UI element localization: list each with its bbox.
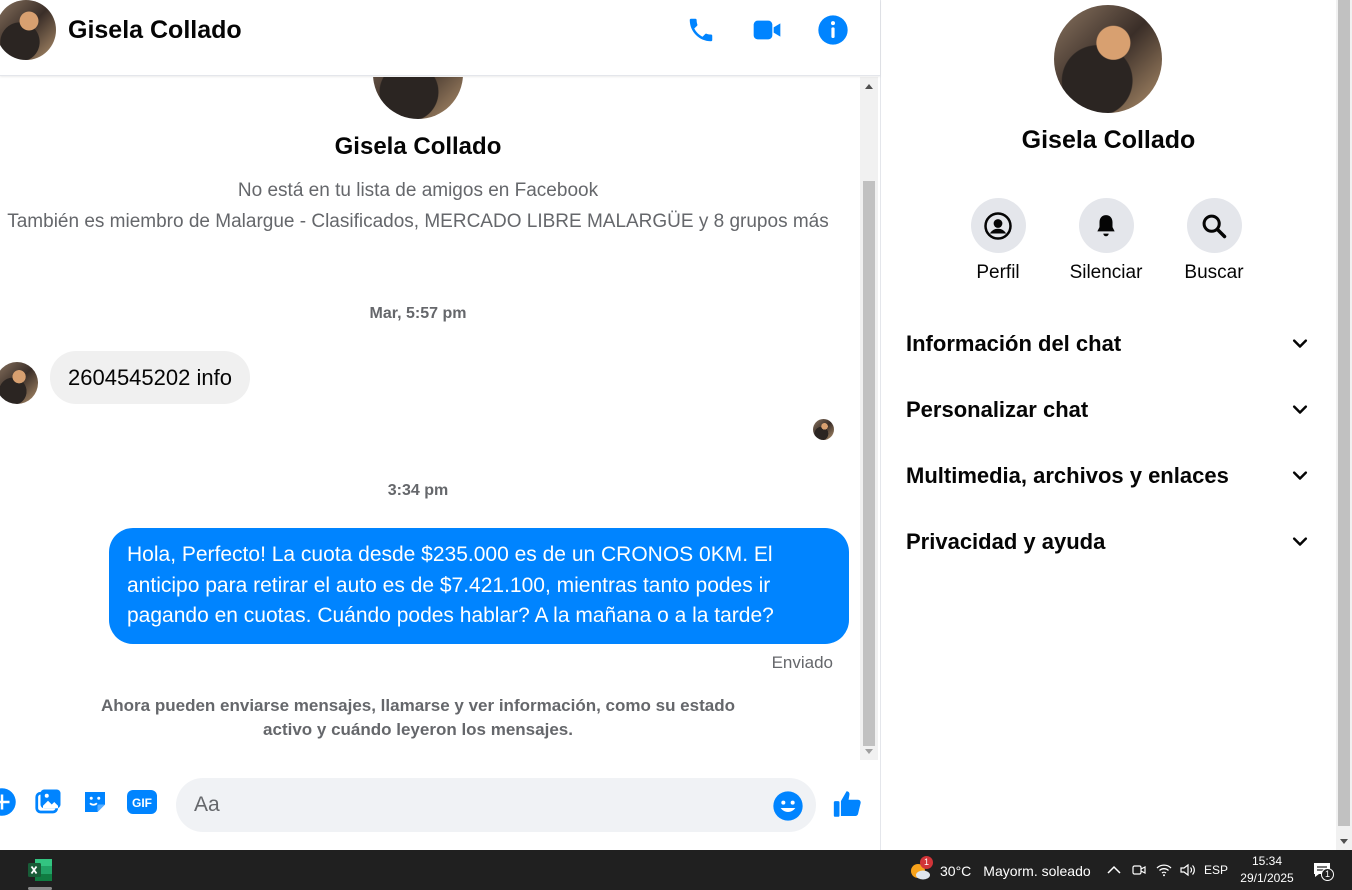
search-button[interactable]: Buscar	[1174, 198, 1254, 284]
scrollbar-thumb[interactable]	[863, 181, 875, 746]
svg-text:GIF: GIF	[132, 796, 152, 810]
message-scrollbar[interactable]	[860, 77, 878, 760]
emoji-icon	[773, 791, 803, 821]
weather-description: Mayorm. soleado	[983, 863, 1091, 879]
more-actions-button[interactable]	[0, 786, 18, 818]
windows-taskbar: 1 30°C Mayorm. soleado ESP 15:34 29/1/20…	[0, 850, 1352, 890]
intro-avatar[interactable]	[373, 77, 463, 119]
attach-image-button[interactable]	[32, 786, 64, 818]
mute-button[interactable]: Silenciar	[1066, 198, 1146, 284]
clock-date: 29/1/2025	[1240, 871, 1294, 885]
image-icon	[35, 789, 61, 814]
video-call-button[interactable]	[749, 12, 785, 48]
mute-label: Silenciar	[1069, 262, 1143, 283]
language-indicator[interactable]: ESP	[1202, 850, 1230, 890]
sticker-button[interactable]	[79, 786, 111, 818]
sender-avatar[interactable]	[0, 362, 38, 404]
message-input[interactable]	[176, 778, 816, 832]
chevron-down-icon	[1292, 405, 1308, 414]
section-label: Información del chat	[906, 331, 1122, 356]
speaker-icon	[1180, 863, 1195, 877]
system-clock[interactable]: 15:34 29/1/2025	[1236, 853, 1298, 887]
search-icon	[1202, 214, 1227, 238]
timestamp: 3:34 pm	[387, 482, 449, 499]
phone-call-button[interactable]	[683, 12, 719, 48]
gif-icon: GIF	[127, 790, 157, 814]
incoming-message[interactable]: 2604545202 info	[50, 351, 250, 404]
privacy-notice: Ahora pueden enviarse mensajes, llamarse…	[101, 696, 735, 739]
section-privacy-help[interactable]: Privacidad y ayuda	[906, 522, 1310, 562]
scrollbar-thumb[interactable]	[1338, 0, 1350, 826]
profile-label: Perfil	[976, 262, 1020, 283]
weather-sun-cloud-icon: 1	[908, 856, 933, 882]
scroll-down-arrow-icon[interactable]	[865, 749, 873, 754]
contact-name[interactable]: Gisela Collado	[68, 16, 242, 45]
network-button[interactable]	[1154, 850, 1174, 890]
section-label: Personalizar chat	[906, 397, 1089, 422]
phone-icon	[689, 18, 713, 42]
video-camera-icon	[753, 20, 781, 40]
search-label: Buscar	[1184, 262, 1244, 283]
friend-status: No está en tu lista de amigos en Faceboo…	[237, 180, 599, 201]
composer: GIF	[0, 760, 880, 850]
notification-center-button[interactable]: 1	[1308, 850, 1336, 890]
scroll-up-arrow-icon[interactable]	[865, 84, 873, 89]
excel-taskbar-button[interactable]	[20, 850, 60, 890]
excel-icon	[28, 859, 52, 881]
wifi-icon	[1156, 864, 1172, 877]
chat-header: Gisela Collado	[0, 0, 880, 76]
panel-avatar[interactable]	[1054, 5, 1162, 113]
page-scrollbar[interactable]	[1336, 0, 1352, 850]
meet-now-button[interactable]	[1130, 850, 1148, 890]
scroll-down-arrow-icon[interactable]	[1340, 839, 1348, 844]
section-media-files[interactable]: Multimedia, archivos y enlaces	[906, 456, 1310, 496]
gif-button[interactable]: GIF	[126, 786, 158, 818]
message-list[interactable]: Gisela Collado No está en tu lista de am…	[0, 77, 860, 760]
like-button[interactable]	[830, 786, 866, 822]
outgoing-message[interactable]: Hola, Perfecto! La cuota desde $235.000 …	[109, 528, 849, 644]
intro-name: Gisela Collado	[334, 133, 502, 160]
emoji-button[interactable]	[772, 790, 804, 827]
thumbs-up-icon	[833, 791, 861, 817]
conversation-details-panel: Gisela Collado Perfil Silenciar Buscar I…	[881, 0, 1336, 850]
notification-count-badge: 1	[1321, 868, 1334, 881]
read-receipt-avatar	[813, 419, 834, 440]
group-membership: También es miembro de Malargue - Clasifi…	[7, 211, 829, 232]
bell-icon	[1097, 214, 1115, 236]
timestamp: Mar, 5:57 pm	[369, 305, 467, 322]
chevron-down-icon	[1292, 339, 1308, 348]
profile-icon	[984, 211, 1012, 240]
conversation-info-button[interactable]	[815, 12, 851, 48]
profile-button[interactable]: Perfil	[958, 198, 1038, 284]
section-chat-info[interactable]: Información del chat	[906, 324, 1310, 364]
clock-time: 15:34	[1251, 854, 1283, 868]
message-status: Enviado	[771, 653, 833, 672]
sticker-icon	[85, 792, 105, 812]
info-icon	[818, 15, 848, 45]
chevron-up-icon	[1107, 865, 1121, 874]
contact-avatar[interactable]	[0, 0, 56, 60]
weather-widget[interactable]: 1 30°C Mayorm. soleado	[908, 856, 1091, 882]
plus-circle-icon	[0, 788, 16, 816]
weather-temperature: 30°C	[940, 863, 972, 879]
section-customize-chat[interactable]: Personalizar chat	[906, 390, 1310, 430]
camera-icon	[1132, 865, 1146, 875]
panel-contact-name[interactable]: Gisela Collado	[881, 126, 1336, 155]
section-label: Multimedia, archivos y enlaces	[906, 463, 1229, 488]
chat-window: Gisela Collado Gisela Collado No está en…	[0, 0, 880, 850]
section-label: Privacidad y ayuda	[906, 529, 1106, 554]
chevron-down-icon	[1292, 471, 1308, 480]
volume-button[interactable]	[1178, 850, 1198, 890]
show-hidden-icons-button[interactable]	[1104, 850, 1124, 890]
notification-icon: 1	[1312, 860, 1334, 881]
chevron-down-icon	[1292, 537, 1308, 546]
weather-alert-badge: 1	[920, 856, 933, 869]
